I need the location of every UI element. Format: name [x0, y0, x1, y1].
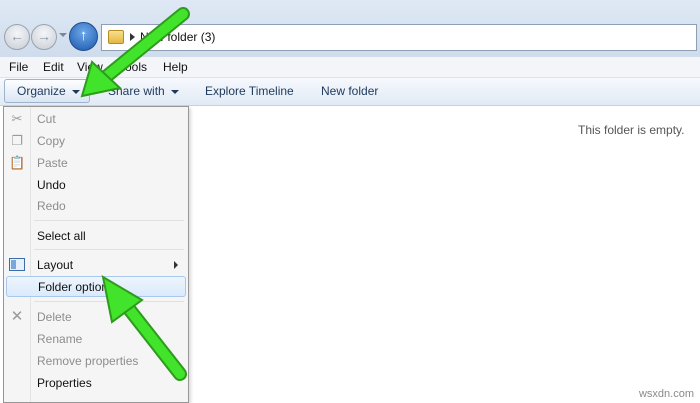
forward-arrow-icon: → — [37, 28, 51, 44]
copy-icon: ❐ — [11, 133, 23, 148]
delete-x-icon: ✕ — [10, 308, 24, 325]
menu-separator — [34, 220, 184, 221]
menu-edit[interactable]: Edit — [43, 60, 64, 74]
menu-item-label: Select all — [37, 229, 86, 243]
back-arrow-icon: ← — [10, 28, 24, 44]
menu-item-delete[interactable]: ✕ Delete — [4, 306, 188, 327]
menu-tools[interactable]: Tools — [119, 60, 147, 74]
menu-item-paste[interactable]: 📋 Paste — [4, 152, 188, 173]
menu-item-label: Rename — [37, 332, 83, 346]
chevron-down-icon — [71, 89, 80, 94]
breadcrumb-folder[interactable]: New folder (3) — [140, 30, 215, 44]
menu-item-undo[interactable]: Undo — [4, 174, 188, 195]
recent-pages-dropdown-icon[interactable] — [59, 33, 67, 37]
organize-label: Organize — [17, 84, 66, 98]
up-button[interactable]: ↑ — [69, 22, 98, 51]
explore-timeline-button[interactable]: Explore Timeline — [201, 78, 298, 105]
menu-item-label: Paste — [37, 156, 68, 170]
menu-item-remove-properties[interactable]: Remove properties — [4, 350, 188, 371]
chevron-down-icon — [170, 89, 179, 94]
watermark: wsxdn.com — [638, 388, 694, 400]
submenu-arrow-icon — [174, 261, 178, 269]
navigation-bar: ← → ↑ New folder (3) — [0, 0, 700, 57]
menu-item-label: Layout — [37, 258, 74, 272]
back-button[interactable]: ← — [4, 24, 30, 50]
menu-item-label: Remove properties — [37, 354, 139, 368]
menu-item-redo[interactable]: Redo — [4, 195, 188, 216]
folder-icon — [108, 30, 124, 44]
organize-button[interactable]: Organize — [4, 79, 90, 103]
menu-item-cut[interactable]: ✂ Cut — [4, 108, 188, 129]
share-with-button[interactable]: Share with — [104, 78, 183, 105]
explore-timeline-label: Explore Timeline — [205, 84, 294, 98]
menu-item-label: Folder options — [38, 280, 115, 294]
new-folder-button[interactable]: New folder — [317, 78, 382, 105]
menu-file[interactable]: File — [9, 60, 28, 74]
up-arrow-icon: ↑ — [79, 27, 88, 44]
menu-bar: File Edit View Tools Help — [0, 57, 700, 78]
share-with-label: Share with — [108, 84, 165, 98]
menu-item-label: Cut — [37, 112, 56, 126]
menu-item-label: Delete — [37, 310, 72, 324]
clipboard-icon: 📋 — [9, 155, 26, 170]
menu-separator — [34, 249, 184, 250]
menu-item-label: Redo — [37, 199, 66, 213]
empty-folder-message: This folder is empty. — [578, 123, 685, 137]
breadcrumb-chevron-icon[interactable] — [130, 33, 135, 41]
menu-item-label: Properties — [37, 376, 92, 390]
menu-separator — [34, 301, 184, 302]
address-bar[interactable]: New folder (3) — [101, 24, 697, 51]
layout-icon — [9, 258, 25, 271]
menu-item-select-all[interactable]: Select all — [4, 225, 188, 246]
new-folder-label: New folder — [321, 84, 379, 98]
menu-view[interactable]: View — [77, 60, 103, 74]
menu-item-label: Copy — [37, 134, 66, 148]
menu-item-layout[interactable]: Layout — [4, 254, 188, 275]
menu-item-rename[interactable]: Rename — [4, 328, 188, 349]
menu-help[interactable]: Help — [163, 60, 188, 74]
scissors-icon: ✂ — [11, 111, 23, 126]
menu-item-copy[interactable]: ❐ Copy — [4, 130, 188, 151]
forward-button[interactable]: → — [31, 24, 57, 50]
organize-menu: ✂ Cut ❐ Copy 📋 Paste Undo Redo Select al… — [3, 106, 189, 403]
menu-item-label: Undo — [37, 178, 66, 192]
command-toolbar: Organize Share with Explore Timeline New… — [0, 78, 700, 106]
menu-item-properties[interactable]: Properties — [4, 372, 188, 393]
menu-item-folder-options[interactable]: Folder options — [6, 276, 186, 297]
